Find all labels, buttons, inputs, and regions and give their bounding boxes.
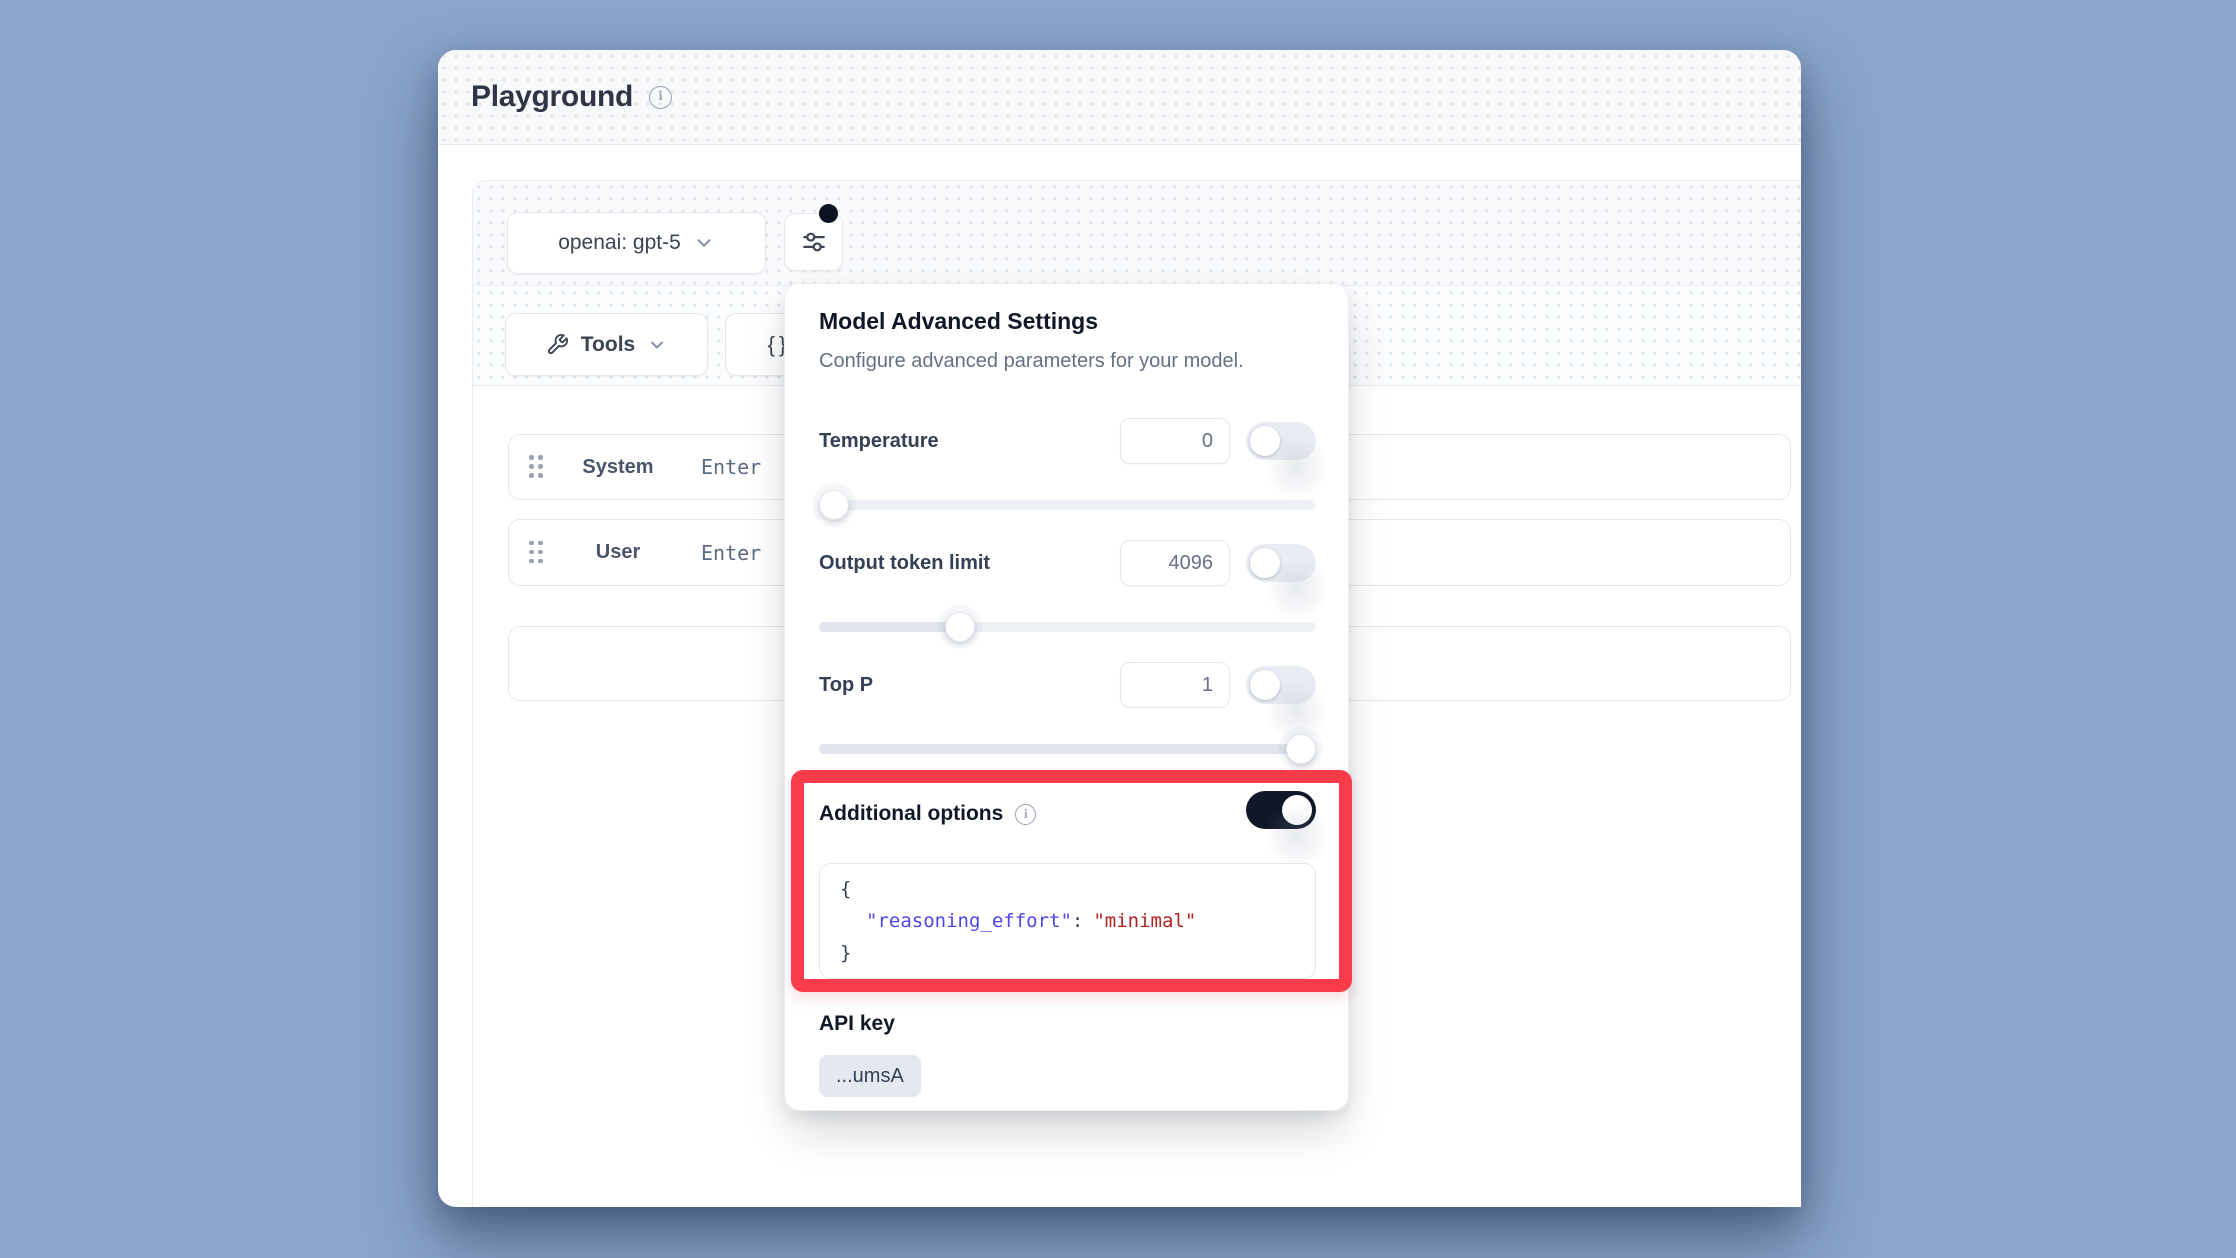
message-placeholder[interactable]: Enter [701, 455, 761, 479]
api-key-label: API key [819, 1012, 895, 1036]
info-icon[interactable]: i [1015, 804, 1036, 825]
temperature-toggle[interactable] [1246, 422, 1316, 460]
message-role-label: User [543, 541, 693, 564]
tools-button[interactable]: Tools [505, 313, 708, 376]
wrench-icon [546, 333, 569, 356]
popover-subtitle: Configure advanced parameters for your m… [819, 350, 1244, 373]
additional-options-json-editor[interactable]: { "reasoning_effort": "minimal" } [819, 863, 1316, 979]
popover-title: Model Advanced Settings [819, 308, 1098, 335]
additional-options-toggle[interactable] [1246, 791, 1316, 829]
chevron-down-icon [647, 335, 667, 355]
temperature-input[interactable]: 0 [1120, 418, 1230, 464]
code-key: "reasoning_effort" [866, 910, 1072, 932]
tools-button-label: Tools [581, 333, 635, 357]
temperature-slider[interactable] [819, 490, 1316, 520]
top-p-slider[interactable] [819, 734, 1316, 764]
window-header: Playground i [438, 50, 1801, 145]
api-key-value-chip[interactable]: ...umsA [819, 1055, 921, 1097]
output-token-limit-toggle[interactable] [1246, 544, 1316, 582]
settings-notification-dot [819, 204, 838, 223]
output-token-limit-slider[interactable] [819, 612, 1316, 642]
page-title: Playground [471, 80, 633, 114]
output-token-limit-input[interactable]: 4096 [1120, 540, 1230, 586]
output-token-limit-label: Output token limit [819, 540, 990, 586]
code-value: "minimal" [1093, 910, 1196, 932]
model-selector[interactable]: openai: gpt-5 [507, 212, 766, 274]
top-p-label: Top P [819, 662, 873, 708]
drag-handle-icon[interactable] [529, 541, 543, 565]
message-role-label: System [543, 456, 693, 479]
code-line-body: "reasoning_effort": "minimal" [840, 910, 1196, 932]
playground-window: Playground i openai: gpt-5 [438, 50, 1801, 1207]
code-line-close: } [840, 942, 851, 964]
model-advanced-settings-popover: Model Advanced Settings Configure advanc… [784, 283, 1349, 1111]
info-icon[interactable]: i [649, 86, 672, 109]
additional-options-label: Additional options i [819, 802, 1036, 826]
model-settings-button[interactable] [784, 213, 843, 271]
code-line-open: { [840, 878, 851, 900]
model-selector-label: openai: gpt-5 [558, 231, 681, 255]
sliders-icon [801, 229, 827, 255]
chevron-down-icon [693, 232, 715, 254]
temperature-label: Temperature [819, 418, 939, 464]
top-p-input[interactable]: 1 [1120, 662, 1230, 708]
message-placeholder[interactable]: Enter [701, 541, 761, 565]
code-colon: : [1072, 910, 1083, 932]
additional-options-text: Additional options [819, 802, 1003, 826]
drag-handle-icon[interactable] [529, 455, 543, 479]
top-p-toggle[interactable] [1246, 666, 1316, 704]
